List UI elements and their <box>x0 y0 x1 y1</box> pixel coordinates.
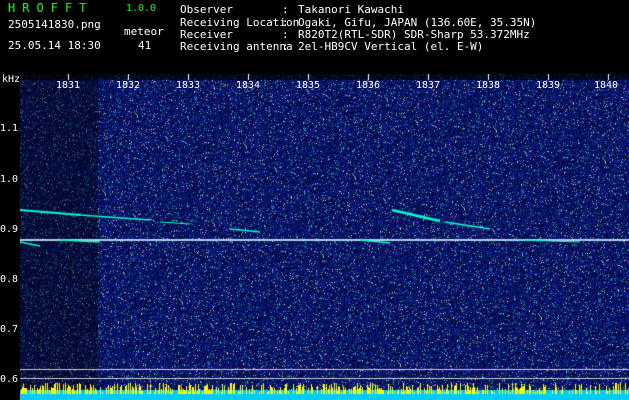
app-version: 1.0.0 <box>126 3 157 14</box>
meteor-count: 41 <box>138 39 152 52</box>
x-tick-label: 1838 <box>475 80 501 91</box>
observer-label: Observer <box>180 3 233 16</box>
observer-colon: : <box>282 3 289 16</box>
x-tick-label: 1832 <box>115 80 141 91</box>
spectrogram-canvas <box>20 74 629 400</box>
axis-unit-label: kHz <box>2 74 21 85</box>
observer-value: Takanori Kawachi <box>298 3 404 16</box>
y-tick-label: 0.9 <box>0 224 19 235</box>
y-tick-label: 0.6 <box>0 374 19 385</box>
antenna-value: 2el-HB9CV Vertical (el. E-W) <box>298 40 484 53</box>
x-tick-label: 1831 <box>55 80 81 91</box>
x-tick-label: 1836 <box>355 80 381 91</box>
file-name: 2505141830.png <box>8 18 101 31</box>
x-tick-label: 1839 <box>535 80 561 91</box>
header-panel: HROFFT 1.0.0 2505141830.png 25.05.14 18:… <box>0 0 629 74</box>
y-tick-label: 0.8 <box>0 274 19 285</box>
y-tick-label: 1.0 <box>0 174 19 185</box>
x-tick-label: 1834 <box>235 80 261 91</box>
x-tick-label: 1837 <box>415 80 441 91</box>
meteor-label: meteor <box>124 25 164 38</box>
x-tick-label: 1840 <box>593 80 619 91</box>
app-title: HROFFT <box>8 1 94 15</box>
x-tick-label: 1835 <box>295 80 321 91</box>
antenna-colon: : <box>282 40 289 53</box>
y-tick-label: 0.7 <box>0 324 19 335</box>
timestamp: 25.05.14 18:30 <box>8 39 101 52</box>
antenna-label: Receiving antenna <box>180 40 293 53</box>
spectrogram-panel: kHz 1.1 1.0 0.9 0.8 0.7 0.6 1831 1832 18… <box>0 74 629 400</box>
y-tick-label: 1.1 <box>0 123 19 134</box>
x-tick-label: 1833 <box>175 80 201 91</box>
